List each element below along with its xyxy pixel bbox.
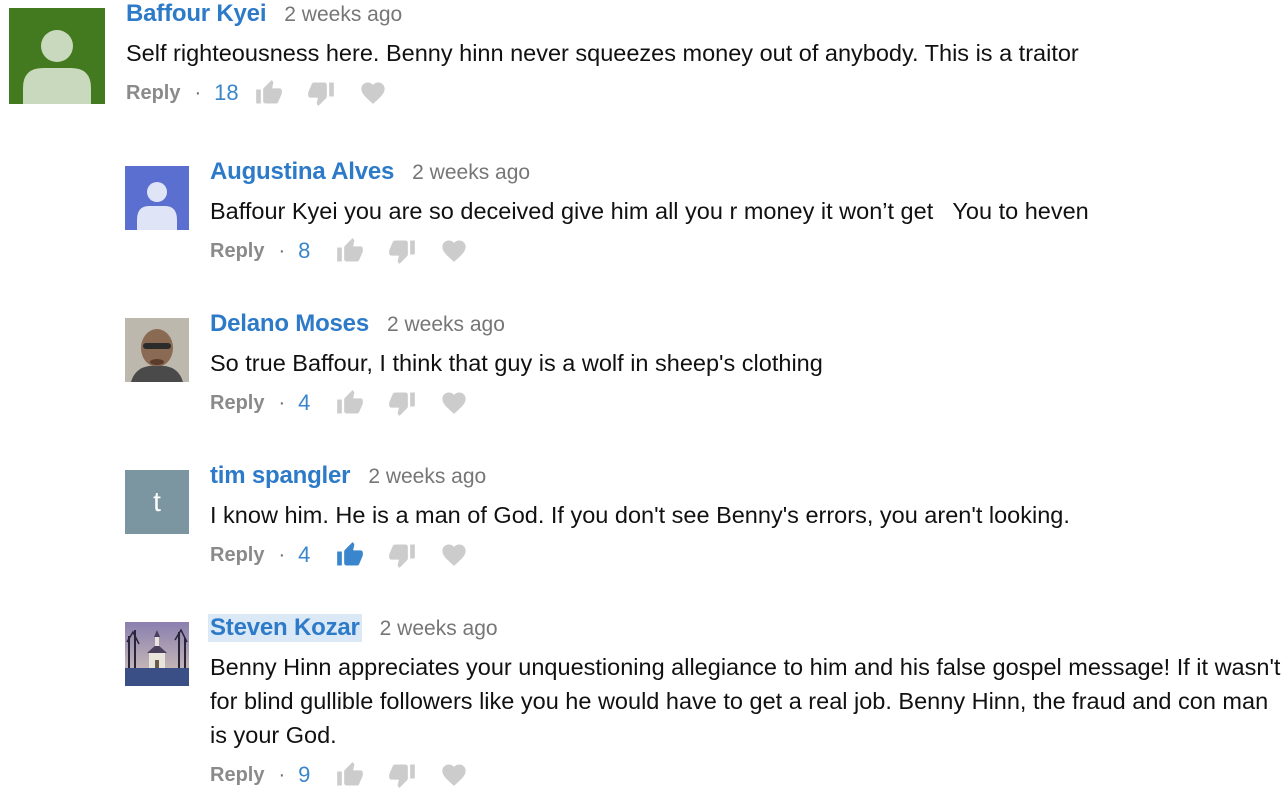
timestamp[interactable]: 2 weeks ago <box>368 465 486 489</box>
reply-button[interactable]: Reply <box>126 82 180 105</box>
heart-icon[interactable] <box>357 77 389 109</box>
separator-dot: · <box>278 543 286 566</box>
timestamp[interactable]: 2 weeks ago <box>412 161 530 185</box>
thumbs-up-icon[interactable] <box>334 387 366 419</box>
comment-text: Baffour Kyei you are so deceived give hi… <box>210 198 1089 224</box>
comment-body: Delano Moses 2 weeks ago So true Baffour… <box>210 310 823 423</box>
comment-body: tim spangler 2 weeks ago I know him. He … <box>210 462 1070 575</box>
like-count: 4 <box>298 542 311 567</box>
comment-actions: Reply · 8 <box>210 231 1089 271</box>
avatar[interactable] <box>125 622 189 686</box>
thumbs-down-icon[interactable] <box>386 759 418 791</box>
reply-button[interactable]: Reply <box>210 764 264 787</box>
comment-body: Steven Kozar 2 weeks ago Benny Hinn appr… <box>208 614 1282 795</box>
comment-text: I know him. He is a man of God. If you d… <box>210 502 1070 528</box>
author-name[interactable]: Baffour Kyei <box>126 0 266 28</box>
thumbs-up-icon-active[interactable] <box>334 539 366 571</box>
user-placeholder-icon <box>9 8 105 104</box>
separator-dot: · <box>278 763 286 786</box>
timestamp[interactable]: 2 weeks ago <box>387 313 505 337</box>
like-count: 8 <box>298 238 311 263</box>
thumbs-up-icon[interactable] <box>334 759 366 791</box>
author-name[interactable]: Steven Kozar <box>208 614 362 642</box>
reply-button[interactable]: Reply <box>210 240 264 263</box>
like-count: 9 <box>298 762 311 787</box>
comment-actions: Reply · 9 <box>210 755 1282 795</box>
comment-thread-top: Baffour Kyei 2 weeks ago Self righteousn… <box>9 0 1079 113</box>
timestamp[interactable]: 2 weeks ago <box>380 617 498 641</box>
reply-comment: Augustina Alves 2 weeks ago Baffour Kyei… <box>125 158 1089 271</box>
separator-dot: · <box>194 81 202 104</box>
heart-icon[interactable] <box>438 539 470 571</box>
church-landscape-icon <box>125 622 189 686</box>
reply-button[interactable]: Reply <box>210 392 264 415</box>
like-count: 18 <box>214 80 239 105</box>
separator-dot: · <box>278 239 286 262</box>
author-name[interactable]: Augustina Alves <box>210 158 394 186</box>
reply-comment: Steven Kozar 2 weeks ago Benny Hinn appr… <box>125 614 1282 795</box>
comment-actions: Reply · 4 <box>210 383 823 423</box>
face-photo-icon <box>125 318 189 382</box>
avatar[interactable] <box>125 318 189 382</box>
avatar[interactable] <box>9 8 105 104</box>
thumbs-down-icon[interactable] <box>305 77 337 109</box>
avatar[interactable] <box>125 166 189 230</box>
comment-actions: Reply · 4 <box>210 535 1070 575</box>
comment-text: Self righteousness here. Benny hinn neve… <box>126 40 1079 66</box>
timestamp[interactable]: 2 weeks ago <box>284 3 402 27</box>
comment-text: So true Baffour, I think that guy is a w… <box>210 350 823 376</box>
separator-dot: · <box>278 391 286 414</box>
thumbs-down-icon[interactable] <box>386 235 418 267</box>
thumbs-down-icon[interactable] <box>386 539 418 571</box>
comment-text: Benny Hinn appreciates your unquestionin… <box>210 654 1281 748</box>
comment-actions: Reply · 18 <box>126 73 1079 113</box>
heart-icon[interactable] <box>438 759 470 791</box>
reply-comment: t tim spangler 2 weeks ago I know him. H… <box>125 462 1070 575</box>
thumbs-down-icon[interactable] <box>386 387 418 419</box>
comment-body: Augustina Alves 2 weeks ago Baffour Kyei… <box>210 158 1089 271</box>
avatar[interactable]: t <box>125 470 189 534</box>
reply-comment: Delano Moses 2 weeks ago So true Baffour… <box>125 310 823 423</box>
avatar-letter: t <box>153 486 161 517</box>
heart-icon[interactable] <box>438 235 470 267</box>
user-placeholder-icon <box>125 166 189 230</box>
comment-body: Baffour Kyei 2 weeks ago Self righteousn… <box>126 0 1079 113</box>
reply-button[interactable]: Reply <box>210 544 264 567</box>
author-name[interactable]: Delano Moses <box>210 310 369 338</box>
author-name[interactable]: tim spangler <box>210 462 351 490</box>
like-count: 4 <box>298 390 311 415</box>
thumbs-up-icon[interactable] <box>253 77 285 109</box>
thumbs-up-icon[interactable] <box>334 235 366 267</box>
heart-icon[interactable] <box>438 387 470 419</box>
